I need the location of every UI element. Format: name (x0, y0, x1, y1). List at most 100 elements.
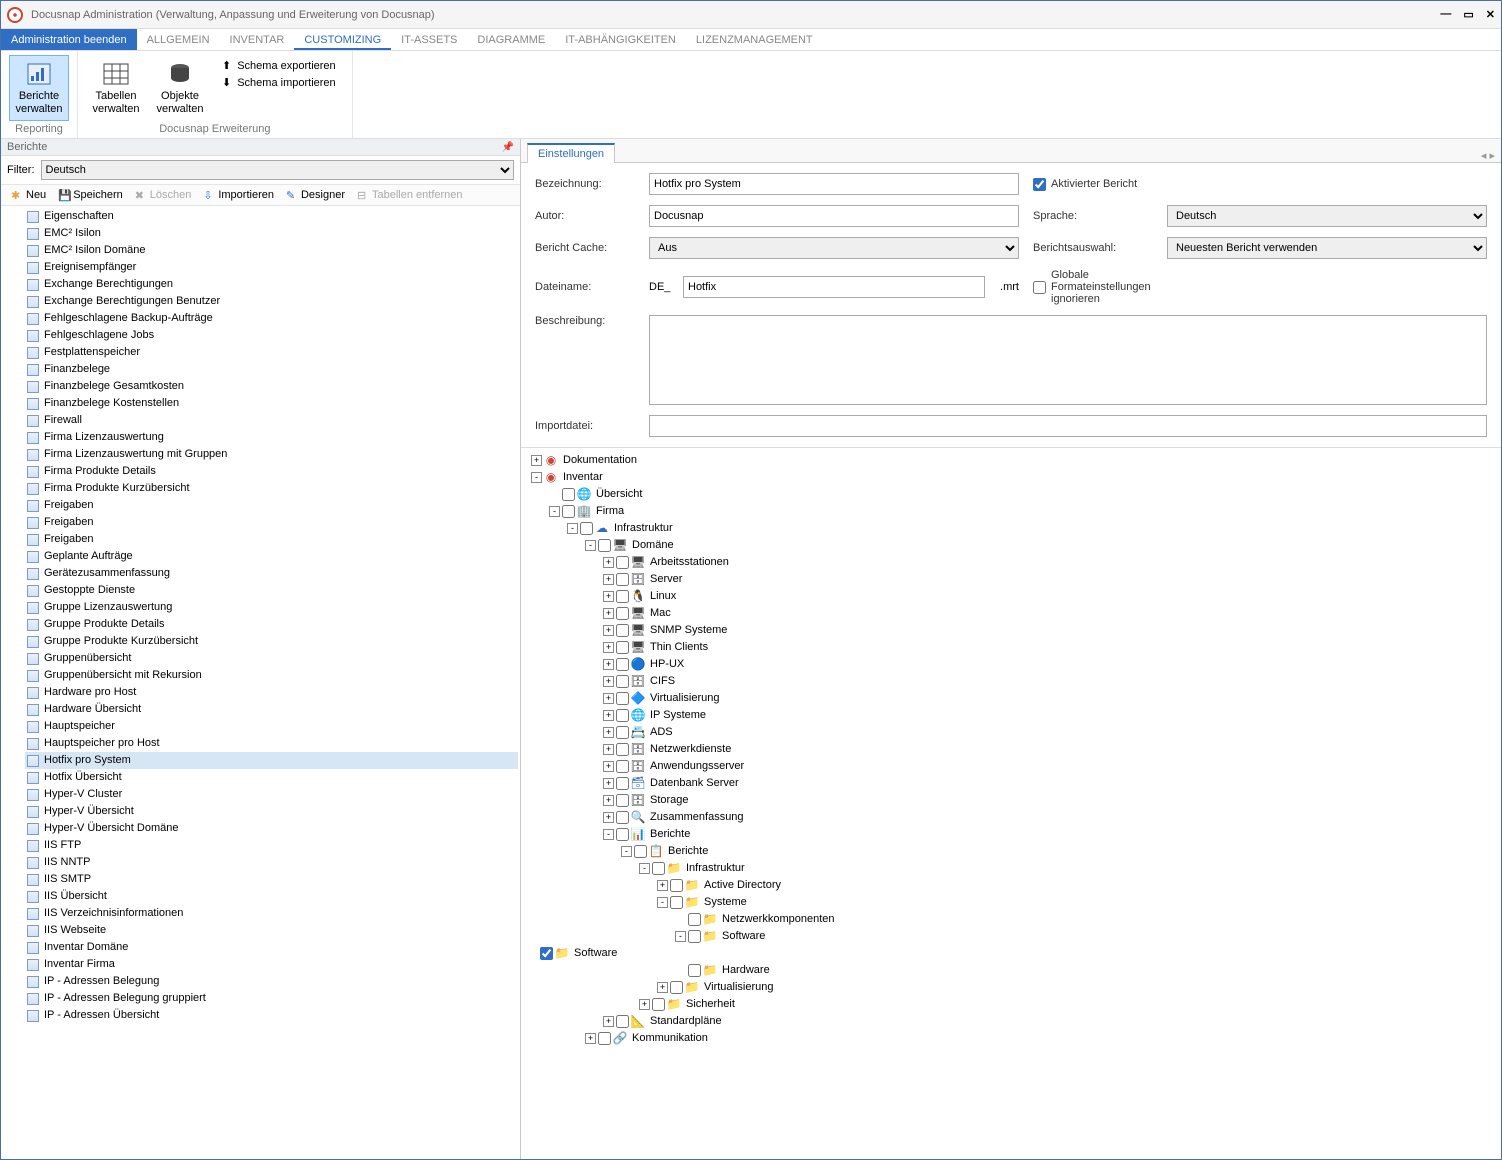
tree-item[interactable]: 📁Software (527, 945, 1495, 962)
tree-toggle[interactable]: + (603, 761, 614, 772)
tree-toggle[interactable]: - (549, 506, 560, 517)
tree-item[interactable]: +🔷Virtualisierung (527, 690, 1495, 707)
tree-item[interactable]: +🖥Thin Clients (527, 639, 1495, 656)
tree-checkbox[interactable] (652, 998, 665, 1011)
report-item[interactable]: IP - Adressen Übersicht (25, 1007, 518, 1024)
report-item[interactable]: Hyper-V Übersicht Domäne (25, 820, 518, 837)
tree-checkbox[interactable] (616, 658, 629, 671)
report-item[interactable]: Inventar Firma (25, 956, 518, 973)
report-item[interactable]: Gruppe Produkte Kurzübersicht (25, 633, 518, 650)
report-item[interactable]: Fehlgeschlagene Backup-Aufträge (25, 310, 518, 327)
schema-import-button[interactable]: ⬇Schema importieren (222, 76, 336, 89)
tree-checkbox[interactable] (670, 896, 683, 909)
tree-item[interactable]: 📁Netzwerkkomponenten (527, 911, 1495, 928)
report-item[interactable]: EMC² Isilon Domäne (25, 242, 518, 259)
tree-toggle[interactable]: + (603, 727, 614, 738)
tree-item[interactable]: +📁Virtualisierung (527, 979, 1495, 996)
tree-item[interactable]: +🗃Datenbank Server (527, 775, 1495, 792)
report-item[interactable]: Firma Lizenzauswertung mit Gruppen (25, 446, 518, 463)
tree-toggle[interactable]: + (657, 880, 668, 891)
tree-item[interactable]: -📊Berichte (527, 826, 1495, 843)
close-button[interactable]: ✕ (1486, 8, 1495, 21)
select-auswahl[interactable]: Neuesten Bericht verwenden (1167, 237, 1487, 259)
tree-checkbox[interactable] (540, 947, 553, 960)
report-item[interactable]: Firma Lizenzauswertung (25, 429, 518, 446)
tree-checkbox[interactable] (616, 624, 629, 637)
tree-item[interactable]: +🗄CIFS (527, 673, 1495, 690)
tree-item[interactable]: -◉Inventar (527, 469, 1495, 486)
report-item[interactable]: Hyper-V Cluster (25, 786, 518, 803)
report-item[interactable]: Hauptspeicher (25, 718, 518, 735)
input-autor[interactable] (649, 205, 1019, 227)
tree-toggle[interactable]: + (603, 676, 614, 687)
report-item[interactable]: Gruppenübersicht (25, 650, 518, 667)
tree-item[interactable]: +📐Standardpläne (527, 1013, 1495, 1030)
tree-item[interactable]: +🗄Server (527, 571, 1495, 588)
tree-checkbox[interactable] (616, 726, 629, 739)
report-item[interactable]: Finanzbelege Gesamtkosten (25, 378, 518, 395)
tree-toggle[interactable]: + (603, 591, 614, 602)
tree-checkbox[interactable] (598, 539, 611, 552)
tree-checkbox[interactable] (616, 743, 629, 756)
tree-checkbox[interactable] (616, 760, 629, 773)
report-item[interactable]: Hauptspeicher pro Host (25, 735, 518, 752)
tree-toggle[interactable]: + (603, 642, 614, 653)
tree-toggle[interactable]: + (603, 812, 614, 823)
report-item[interactable]: Freigaben (25, 497, 518, 514)
tree-item[interactable]: +🗄Storage (527, 792, 1495, 809)
report-item[interactable]: Gestoppte Dienste (25, 582, 518, 599)
tabellen-verwalten-button[interactable]: Tabellen verwalten (86, 55, 146, 121)
tree-toggle[interactable]: + (603, 744, 614, 755)
report-item[interactable]: Gerätezusammenfassung (25, 565, 518, 582)
tree-checkbox[interactable] (634, 845, 647, 858)
tree-item[interactable]: -🖥Domäne (527, 537, 1495, 554)
tree-checkbox[interactable] (616, 641, 629, 654)
tree-item[interactable]: +🔍Zusammenfassung (527, 809, 1495, 826)
tree-item[interactable]: +◉Dokumentation (527, 452, 1495, 469)
tree-toggle[interactable]: + (531, 455, 542, 466)
tree-toggle[interactable]: - (639, 863, 650, 874)
tree-checkbox[interactable] (616, 675, 629, 688)
report-item[interactable]: IIS SMTP (25, 871, 518, 888)
checkbox-global[interactable] (1033, 281, 1046, 294)
tree-checkbox[interactable] (616, 556, 629, 569)
maximize-button[interactable]: ▭ (1463, 8, 1473, 21)
tree-checkbox[interactable] (616, 777, 629, 790)
tree-checkbox[interactable] (652, 862, 665, 875)
report-item[interactable]: Finanzbelege Kostenstellen (25, 395, 518, 412)
tree-item[interactable]: +📁Active Directory (527, 877, 1495, 894)
tree-checkbox[interactable] (688, 964, 701, 977)
tree-item[interactable]: +🖥SNMP Systeme (527, 622, 1495, 639)
menu-lizenzmanagement[interactable]: LIZENZMANAGEMENT (686, 29, 823, 50)
tree-toggle[interactable]: + (657, 982, 668, 993)
report-item[interactable]: Finanzbelege (25, 361, 518, 378)
tree-item[interactable]: 🌐Übersicht (527, 486, 1495, 503)
report-item[interactable]: Firma Produkte Details (25, 463, 518, 480)
report-item[interactable]: IIS NNTP (25, 854, 518, 871)
menu-it-abhängigkeiten[interactable]: IT-ABHÄNGIGKEITEN (555, 29, 686, 50)
tree-toggle[interactable]: + (603, 710, 614, 721)
tree-item[interactable]: -📋Berichte (527, 843, 1495, 860)
input-importdatei[interactable] (649, 415, 1487, 437)
delete-button[interactable]: ✖Löschen (131, 187, 196, 203)
report-item[interactable]: Geplante Aufträge (25, 548, 518, 565)
tree-checkbox[interactable] (616, 828, 629, 841)
tree-checkbox[interactable] (562, 488, 575, 501)
report-item[interactable]: Gruppenübersicht mit Rekursion (25, 667, 518, 684)
input-bezeichnung[interactable] (649, 173, 1019, 195)
tree-item[interactable]: +🔗Kommunikation (527, 1030, 1495, 1047)
tree-toggle[interactable]: + (603, 1016, 614, 1027)
tree-toggle[interactable]: + (603, 778, 614, 789)
menu-inventar[interactable]: INVENTAR (220, 29, 295, 50)
pin-icon[interactable]: 📌 (502, 142, 514, 153)
nav-prev-icon[interactable]: ◂ (1481, 150, 1487, 162)
import-button[interactable]: ⇩Importieren (199, 187, 278, 203)
tree-checkbox[interactable] (616, 590, 629, 603)
tree-toggle[interactable]: + (603, 557, 614, 568)
navigation-tree[interactable]: +◉Dokumentation-◉Inventar🌐Übersicht-🏢Fir… (521, 447, 1501, 1159)
tree-toggle[interactable]: + (585, 1033, 596, 1044)
report-item[interactable]: IIS Übersicht (25, 888, 518, 905)
tree-checkbox[interactable] (616, 607, 629, 620)
berichte-verwalten-button[interactable]: Berichte verwalten (9, 55, 69, 121)
tree-toggle[interactable]: + (603, 659, 614, 670)
